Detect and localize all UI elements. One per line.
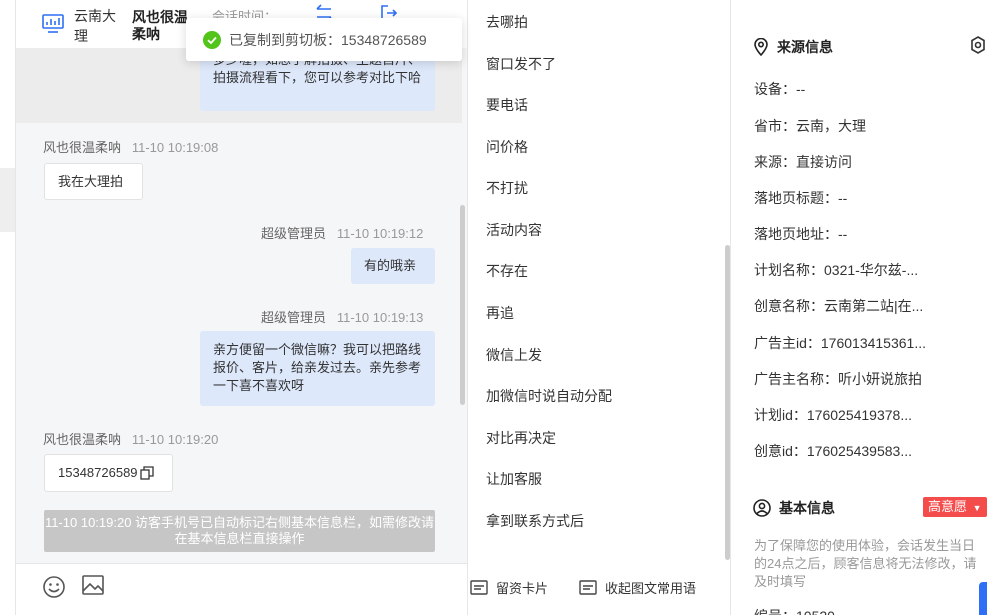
info-row-device: 设备：-- xyxy=(754,81,806,97)
app-root: 云南大理 风也很温柔呐 会话时间： 多少喔，如想了解拍摄、主题自片、拍摄流程看下… xyxy=(0,0,987,615)
phrase-item[interactable]: 再追 xyxy=(486,303,514,323)
monitor-chart-icon xyxy=(42,14,64,33)
copy-icon[interactable] xyxy=(139,466,154,480)
collapse-phrases-button[interactable]: 收起图文常用语 xyxy=(579,578,696,597)
sender-name: 超级管理员 xyxy=(261,310,327,325)
phrase-item[interactable]: 窗口发不了 xyxy=(486,54,556,74)
info-row-region: 省市：云南，大理 xyxy=(754,118,866,134)
lead-card-button[interactable]: 留资卡片 xyxy=(470,578,548,597)
phrase-item[interactable]: 让加客服 xyxy=(486,469,542,489)
phrase-item[interactable]: 问价格 xyxy=(486,137,528,157)
chat-scrollbar[interactable] xyxy=(460,205,465,405)
info-row-plan-name: 计划名称：0321-华尔兹-... xyxy=(754,262,919,278)
floating-action-button[interactable] xyxy=(979,582,987,615)
left-strip xyxy=(0,0,15,615)
sender-name: 风也很温柔呐 xyxy=(43,140,122,155)
info-row-number: 编号：10520 xyxy=(754,606,835,615)
message-time: 11-10 10:19:13 xyxy=(336,310,424,325)
phrase-item[interactable]: 拿到联系方式后 xyxy=(486,511,584,531)
info-row-advertiser-id: 广告主id：176013415361... xyxy=(754,335,926,351)
visitor-city: 云南大理 xyxy=(74,8,116,44)
quick-phrases-pane: 去哪拍 窗口发不了 要电话 问价格 不打扰 活动内容 不存在 再追 微信上发 加… xyxy=(467,0,731,615)
info-row-source: 来源：直接访问 xyxy=(754,154,852,170)
phrase-item[interactable]: 对比再决定 xyxy=(486,428,556,448)
phrase-item[interactable]: 去哪拍 xyxy=(486,12,528,32)
lead-card-label: 留资卡片 xyxy=(496,581,549,596)
sender-name: 风也很温柔呐 xyxy=(43,432,122,447)
phrase-item[interactable]: 加微信时说自动分配 xyxy=(486,386,612,406)
image-icon[interactable] xyxy=(82,575,104,595)
message-bubble-agent: 有的哦亲 xyxy=(351,248,435,284)
copy-toast: 已复制到剪切板：15348726589 xyxy=(186,18,462,61)
customer-info-pane: 来源信息 设备：-- 省市：云南，大理 来源：直接访问 落地页标题：-- 落地页… xyxy=(731,0,987,615)
message-text: 亲方便留一个微信嘛？我可以把路线报价、客片，给亲发过去。亲先参考一下喜不喜欢呀 xyxy=(213,342,422,393)
intent-level-dropdown[interactable]: 高意愿 ▼ xyxy=(923,497,987,517)
phrase-item[interactable]: 要电话 xyxy=(486,95,528,115)
message-meta: 超级管理员 11-10 10:19:12 xyxy=(261,223,423,242)
info-row-plan-id: 计划id：176025419378... xyxy=(754,407,912,423)
phrase-item[interactable]: 活动内容 xyxy=(486,220,542,240)
basic-info-header: 基本信息 xyxy=(753,498,835,518)
chat-toolbar xyxy=(16,563,468,615)
message-meta: 超级管理员 11-10 10:19:13 xyxy=(261,307,423,326)
message-bubble-visitor: 我在大理拍 xyxy=(44,163,143,200)
left-strip-highlight[interactable] xyxy=(0,168,15,232)
message-time: 11-10 10:19:20 xyxy=(131,432,219,447)
info-row-landing-title: 落地页标题：-- xyxy=(754,190,848,206)
info-row-creative-id: 创意id：176025439583... xyxy=(754,443,912,459)
message-text: 我在大理拍 xyxy=(58,174,124,189)
info-row-creative-name: 创意名称：云南第二站|在... xyxy=(754,298,924,314)
source-info-title: 来源信息 xyxy=(777,39,833,55)
location-pin-icon xyxy=(754,38,768,56)
info-row-landing-url: 落地页地址：-- xyxy=(754,226,848,242)
source-info-header: 来源信息 xyxy=(753,37,833,57)
message-meta: 风也很温柔呐 11-10 10:19:08 xyxy=(43,137,218,156)
visitor-name: 风也很温柔呐 xyxy=(132,9,188,42)
system-notice: 11-10 10:19:20 访客手机号已自动标记右侧基本信息栏，如需修改请在基… xyxy=(44,510,435,552)
message-bubble-agent: 亲方便留一个微信嘛？我可以把路线报价、客片，给亲发过去。亲先参考一下喜不喜欢呀 xyxy=(200,331,435,406)
chat-pane: 云南大理 风也很温柔呐 会话时间： 多少喔，如想了解拍摄、主题自片、拍摄流程看下… xyxy=(15,0,468,615)
success-check-icon xyxy=(203,30,221,49)
info-row-advertiser-name: 广告主名称：听小妍说旅拍 xyxy=(754,371,922,387)
message-bubble-visitor[interactable]: 15348726589 xyxy=(44,454,173,492)
caret-down-icon: ▼ xyxy=(972,503,982,513)
intent-level-label: 高意愿 xyxy=(928,499,968,514)
message-text: 15348726589 xyxy=(58,465,138,480)
toast-message: 已复制到剪切板：15348726589 xyxy=(229,31,427,48)
message-time: 11-10 10:19:12 xyxy=(336,226,424,241)
phrases-icon xyxy=(579,579,597,595)
sender-name: 超级管理员 xyxy=(261,226,327,241)
collapse-phrases-label: 收起图文常用语 xyxy=(605,581,697,596)
phrase-item[interactable]: 微信上发 xyxy=(486,345,542,365)
message-meta: 风也很温柔呐 11-10 10:19:20 xyxy=(43,429,218,448)
basic-info-title: 基本信息 xyxy=(779,500,835,516)
card-icon xyxy=(470,579,488,595)
user-circle-icon xyxy=(753,499,771,517)
settings-icon[interactable] xyxy=(969,36,987,54)
phrase-item[interactable]: 不存在 xyxy=(486,261,528,281)
phrase-item[interactable]: 不打扰 xyxy=(486,178,528,198)
message-time: 11-10 10:19:08 xyxy=(131,140,219,155)
edit-deadline-note: 为了保障您的使用体验，会话发生当日的24点之后，顾客信息将无法修改，请及时填写 xyxy=(754,538,977,589)
phrases-scrollbar[interactable] xyxy=(725,245,730,560)
message-text: 有的哦亲 xyxy=(364,258,417,273)
emoji-icon[interactable] xyxy=(42,575,66,599)
